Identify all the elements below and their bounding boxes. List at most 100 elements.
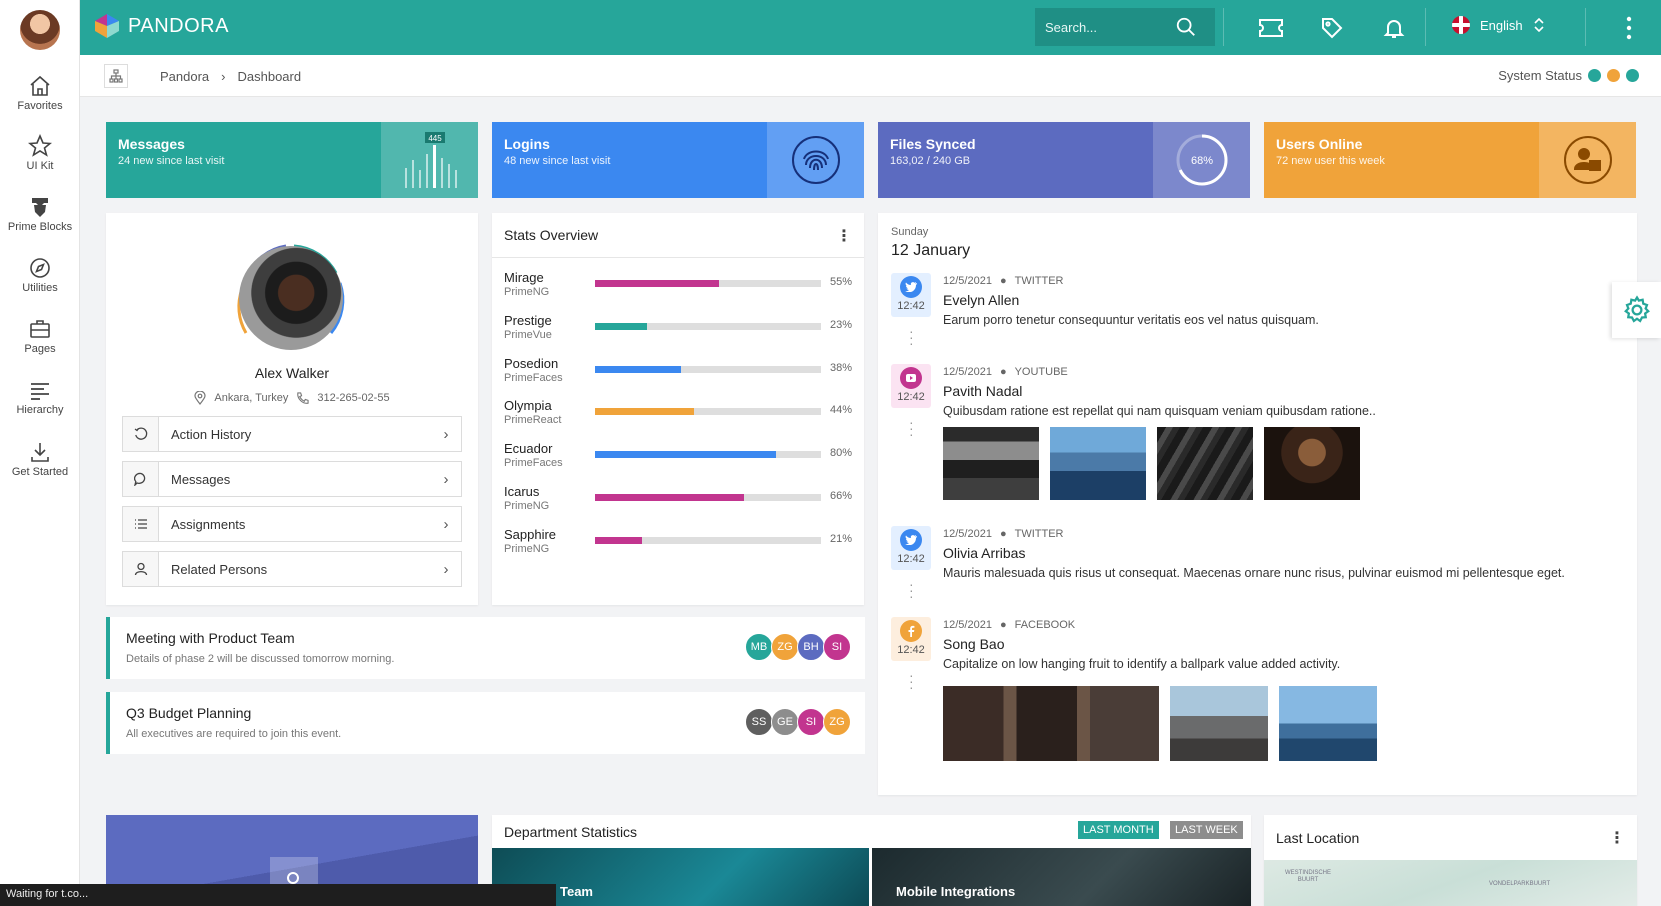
timeline-item: 12:42 · · · 12/5/2021 ● TWITTER Olivia Arr…	[891, 526, 1624, 606]
timeline-connector: · · ·	[909, 576, 914, 604]
search-input[interactable]	[1045, 19, 1175, 35]
timeline-time: 12:42	[897, 300, 925, 312]
timeline-meta: 12/5/2021 ● TWITTER	[943, 275, 1063, 287]
sitemap-icon[interactable]	[104, 64, 128, 88]
timeline-source: TWITTER	[1014, 275, 1064, 287]
avatar[interactable]: SS	[745, 708, 773, 736]
sidebar-item-pages[interactable]: Pages	[0, 307, 80, 365]
timeline-item-date: 12/5/2021	[943, 366, 992, 378]
twitter-icon	[900, 276, 922, 298]
avatar[interactable]	[20, 10, 60, 50]
profile-link-action-history[interactable]: Action History ›	[122, 416, 462, 452]
language-selector[interactable]: English	[1452, 16, 1545, 34]
dept-card-mobile[interactable]: Mobile Integrations	[872, 848, 1251, 906]
sidebar-item-hierarchy[interactable]: Hierarchy	[0, 368, 80, 426]
timeline-connector: · · ·	[909, 667, 914, 695]
profile-photo	[239, 246, 343, 350]
avatar[interactable]: GE	[771, 708, 799, 736]
sidebar-item-get-started[interactable]: Get Started	[0, 430, 80, 488]
stats-row-name: Ecuador	[504, 441, 553, 457]
bell-icon[interactable]	[1380, 14, 1408, 42]
avatar[interactable]: MB	[745, 633, 773, 661]
sidebar-item-favorites[interactable]: Favorites	[0, 64, 80, 122]
timeline-author: Olivia Arribas	[943, 545, 1026, 561]
timeline-image[interactable]	[1050, 427, 1146, 500]
timeline-meta: 12/5/2021 ● FACEBOOK	[943, 619, 1075, 631]
stats-row-sub: PrimeReact	[504, 414, 562, 427]
search-box[interactable]	[1035, 8, 1215, 46]
status-dot	[1626, 69, 1639, 82]
sidebar-item-ui-kit[interactable]: UI Kit	[0, 124, 80, 182]
dot-separator: ●	[999, 528, 1007, 540]
timeline-image[interactable]	[943, 427, 1039, 500]
profile-link-messages[interactable]: Messages ›	[122, 461, 462, 497]
widget-title: Files Synced	[890, 136, 976, 152]
stats-row-sub: PrimeFaces	[504, 457, 563, 470]
timeline-meta: 12/5/2021 ● YOUTUBE	[943, 366, 1068, 378]
meeting-card[interactable]: Meeting with Product Team Details of pha…	[106, 617, 865, 679]
stats-row: Ecuador PrimeFaces 80%	[504, 441, 852, 477]
meeting-card[interactable]: Q3 Budget Planning All executives are re…	[106, 692, 865, 754]
user-avatar-box[interactable]	[0, 0, 80, 60]
sidebar-item-label: UI Kit	[26, 160, 54, 172]
tag-icon[interactable]	[1318, 14, 1346, 42]
stats-row-sub: PrimeNG	[504, 542, 550, 555]
browser-status: Waiting for t.co...	[0, 884, 556, 906]
search-icon[interactable]	[1175, 16, 1197, 38]
stats-row-name: Prestige	[504, 312, 552, 328]
profile-link-assignments[interactable]: Assignments ›	[122, 506, 462, 542]
chevron-right-icon: ›	[443, 425, 449, 443]
avatar[interactable]: SI	[823, 633, 851, 661]
sidebar-item-prime-blocks[interactable]: Prime Blocks	[0, 185, 80, 243]
timeline-item-date: 12/5/2021	[943, 528, 992, 540]
timeline-image[interactable]	[1279, 686, 1377, 761]
tab-last-month[interactable]: LAST MONTH	[1078, 821, 1159, 839]
more-vertical-icon[interactable]: ⋮	[836, 226, 852, 246]
widget-logins[interactable]: Logins 48 new since last visit	[492, 122, 864, 198]
avatar[interactable]: BH	[797, 633, 825, 661]
settings-toggle[interactable]	[1612, 282, 1661, 338]
stats-row-percent: 55%	[829, 276, 852, 288]
brand-name: PANDORA	[128, 14, 229, 37]
sidebar-item-label: Get Started	[11, 466, 69, 478]
profile-photo-wrap	[226, 233, 356, 363]
widget-messages[interactable]: Messages 24 new since last visit 445	[106, 122, 478, 198]
timeline-image[interactable]	[1264, 427, 1360, 500]
map-view[interactable]: WESTINDISCHE BUURT VONDELPARKBUURT	[1264, 860, 1637, 906]
sidebar-item-label: Pages	[24, 343, 56, 355]
progress-track	[595, 408, 821, 416]
timeline-text: Earum porro tenetur consequuntur veritat…	[943, 313, 1319, 327]
facebook-icon	[900, 620, 922, 642]
widget-subtitle: 163,02 / 240 GB	[890, 155, 971, 167]
timeline-time: 12:42	[897, 553, 925, 565]
timeline-icon-box: 12:42	[891, 526, 931, 570]
widget-files-synced[interactable]: Files Synced 163,02 / 240 GB 68%	[878, 122, 1250, 198]
stats-row-sub: PrimeNG	[504, 286, 550, 298]
brand[interactable]: PANDORA	[94, 13, 229, 39]
top-bar: PANDORA English	[80, 0, 1661, 55]
stats-row-percent: 21%	[829, 532, 852, 545]
system-status: System Status	[1498, 68, 1639, 83]
timeline-image[interactable]	[1170, 686, 1268, 761]
more-vertical-icon[interactable]: ⋮	[1609, 828, 1625, 848]
profile-link-related-persons[interactable]: Related Persons ›	[122, 551, 462, 587]
widget-subtitle: 72 new user this week	[1276, 155, 1385, 167]
stats-row-sub: PrimeNG	[504, 500, 550, 512]
breadcrumb-item[interactable]: Dashboard	[238, 69, 302, 84]
avatar[interactable]: SI	[797, 708, 825, 736]
timeline-image[interactable]	[1157, 427, 1253, 500]
avatar[interactable]: ZG	[771, 633, 799, 661]
timeline-image[interactable]	[943, 686, 1159, 761]
comment-icon	[123, 462, 159, 496]
timeline-item-date: 12/5/2021	[943, 275, 992, 287]
progress-fill	[595, 365, 681, 373]
left-menu: Favorites UI Kit Prime Blocks Utilities …	[0, 0, 80, 906]
progress-track	[595, 280, 821, 287]
avatar[interactable]: ZG	[823, 708, 851, 736]
breadcrumb-item[interactable]: Pandora	[160, 69, 209, 84]
tab-last-week[interactable]: LAST WEEK	[1170, 821, 1243, 839]
ticket-icon[interactable]	[1257, 14, 1285, 42]
widget-users-online[interactable]: Users Online 72 new user this week	[1264, 122, 1636, 198]
sidebar-item-utilities[interactable]: Utilities	[0, 246, 80, 304]
more-vertical-icon[interactable]	[1615, 14, 1643, 42]
